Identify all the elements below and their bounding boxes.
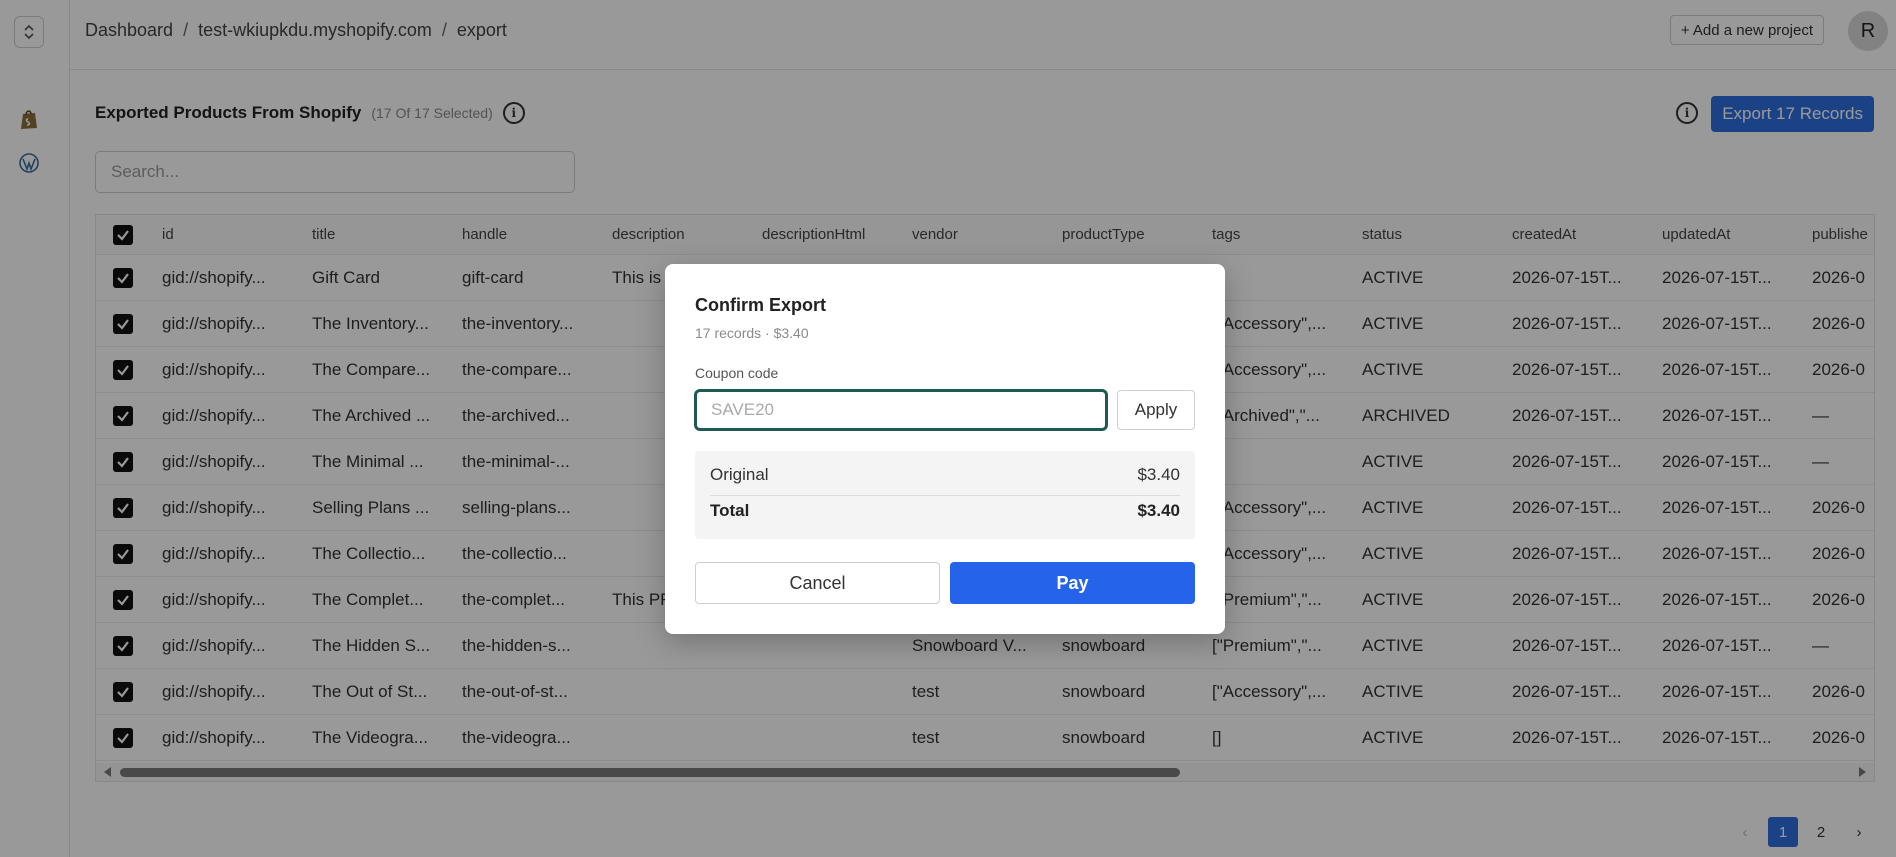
price-summary: Original $3.40 Total $3.40	[695, 451, 1195, 539]
cancel-button[interactable]: Cancel	[695, 562, 940, 604]
dialog-title: Confirm Export	[695, 295, 827, 315]
total-price-row: Total $3.40	[710, 501, 1180, 521]
pay-button[interactable]: Pay	[950, 562, 1195, 604]
original-label: Original	[710, 465, 769, 484]
coupon-label: Coupon code	[695, 365, 779, 381]
summary-divider	[710, 495, 1180, 496]
original-price-row: Original $3.40	[710, 465, 1180, 485]
coupon-code-input[interactable]	[694, 389, 1108, 431]
total-value: $3.40	[1137, 501, 1180, 520]
original-value: $3.40	[1137, 465, 1180, 484]
confirm-export-dialog: Confirm Export 17 records · $3.40 Coupon…	[665, 264, 1225, 634]
dialog-subtitle: 17 records · $3.40	[695, 325, 809, 341]
apply-coupon-button[interactable]: Apply	[1117, 390, 1195, 430]
total-label: Total	[710, 501, 750, 520]
